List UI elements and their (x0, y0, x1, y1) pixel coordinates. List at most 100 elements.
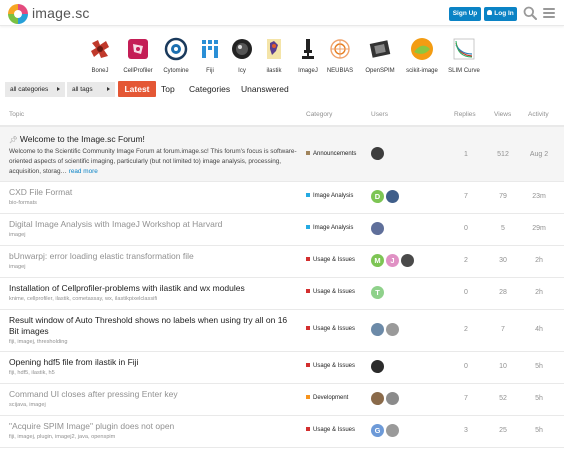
poster-avatars: G (371, 424, 401, 438)
avatar[interactable] (371, 360, 384, 373)
topic-title[interactable]: CXD File Format (9, 187, 72, 198)
partner-scikit-image[interactable]: scikit-image (400, 37, 444, 74)
table-row[interactable]: 📌︎ Welcome to the Image.sc Forum! Welcome… (0, 127, 564, 182)
topic-title[interactable]: "Acquire SPIM Image" plugin does not ope… (9, 421, 174, 432)
topic-tags[interactable]: bio-formats (9, 200, 37, 206)
header-category[interactable]: Category (306, 111, 332, 118)
topic-tags[interactable]: imagej (9, 232, 25, 238)
header-views[interactable]: Views (494, 111, 511, 118)
avatar[interactable]: G (371, 424, 384, 437)
topic-tags[interactable]: knime, cellprofiler, ilastik, cometassay… (9, 296, 157, 302)
reply-count: 1 (464, 151, 468, 158)
category-badge[interactable]: Usage & Issues (306, 257, 355, 263)
topic-title[interactable]: Digital Image Analysis with ImageJ Works… (9, 219, 222, 230)
table-row[interactable]: "Acquire SPIM Image" plugin does not ope… (0, 416, 564, 448)
topic-tags[interactable]: fiji, imagej, thresholding (9, 339, 67, 345)
category-badge[interactable]: Usage & Issues (306, 289, 355, 295)
category-badge[interactable]: Image Analysis (306, 225, 353, 231)
topic-title[interactable]: Result window of Auto Threshold shows no… (9, 315, 299, 337)
partner-label: scikit-image (406, 68, 438, 74)
categories-dropdown[interactable]: all categories (5, 82, 65, 97)
topic-tags[interactable]: imagej (9, 264, 25, 270)
topic-title[interactable]: Installation of Cellprofiler-problems wi… (9, 283, 245, 294)
avatar[interactable] (371, 222, 384, 235)
tab-latest[interactable]: Latest (118, 81, 156, 97)
topic-title[interactable]: Opening hdf5 file from ilastik in Fiji (9, 357, 138, 368)
topic-title[interactable]: Command UI closes after pressing Enter k… (9, 389, 178, 400)
topic-tags[interactable]: fiji, hdf5, ilastik, h5 (9, 370, 55, 376)
avatar[interactable] (386, 323, 399, 336)
reply-count: 2 (464, 257, 468, 264)
table-row[interactable]: Command UI closes after pressing Enter k… (0, 384, 564, 416)
header-replies[interactable]: Replies (454, 111, 476, 118)
reply-count: 0 (464, 225, 468, 232)
category-badge[interactable]: Usage & Issues (306, 363, 355, 369)
category-color-swatch (306, 326, 310, 330)
partner-openspim[interactable]: OpenSPIM (358, 37, 402, 74)
table-row[interactable]: Opening hdf5 file from ilastik in Fiji f… (0, 352, 564, 384)
reply-count: 0 (464, 363, 468, 370)
category-badge[interactable]: Usage & Issues (306, 427, 355, 433)
tab-top[interactable]: Top (161, 81, 175, 97)
activity-time[interactable]: 5h (524, 363, 554, 370)
activity-time[interactable]: 2h (524, 289, 554, 296)
caret-right-icon (107, 87, 110, 91)
avatar[interactable] (371, 147, 384, 160)
avatar[interactable] (401, 254, 414, 267)
avatar[interactable] (371, 323, 384, 336)
category-badge[interactable]: Announcements (306, 151, 356, 157)
activity-time[interactable]: 23m (524, 193, 554, 200)
table-row[interactable]: bUnwarpj: error loading elastic transfor… (0, 246, 564, 278)
topic-tags[interactable]: fiji, imagej, plugin, imagej2, java, ope… (9, 434, 115, 440)
topic-title[interactable]: 📌︎ Welcome to the Image.sc Forum! (9, 134, 145, 146)
sign-up-button[interactable]: Sign Up (449, 7, 481, 21)
bonej-logo-icon (91, 40, 109, 58)
hamburger-menu-icon[interactable] (543, 8, 555, 18)
partner-label: OpenSPIM (365, 68, 395, 74)
tab-categories[interactable]: Categories (189, 81, 230, 97)
avatar[interactable] (386, 190, 399, 203)
image-sc-logo[interactable] (7, 3, 29, 25)
category-badge[interactable]: Image Analysis (306, 193, 353, 199)
header-topic[interactable]: Topic (9, 111, 24, 118)
category-color-swatch (306, 225, 310, 229)
avatar[interactable] (386, 392, 399, 405)
category-badge[interactable]: Usage & Issues (306, 326, 355, 332)
reply-count: 3 (464, 427, 468, 434)
table-row[interactable]: CXD File Format bio-formats Image Analys… (0, 182, 564, 214)
activity-time[interactable]: 2h (524, 257, 554, 264)
read-more-link[interactable]: read more (69, 168, 98, 175)
table-row[interactable]: Installation of Cellprofiler-problems wi… (0, 278, 564, 310)
tags-dropdown[interactable]: all tags (67, 82, 115, 97)
table-row[interactable]: Digital Image Analysis with ImageJ Works… (0, 214, 564, 246)
header-activity[interactable]: Activity (528, 111, 549, 118)
avatar[interactable]: D (371, 190, 384, 203)
search-icon[interactable] (523, 6, 537, 20)
category-badge-label: Image Analysis (313, 193, 354, 199)
view-count: 25 (499, 427, 507, 434)
topic-title[interactable]: bUnwarpj: error loading elastic transfor… (9, 251, 194, 262)
activity-time[interactable]: 5h (524, 395, 554, 402)
log-in-label: Log In (494, 10, 514, 17)
poster-avatars (371, 222, 386, 236)
topic-tags[interactable]: scijava, imagej (9, 402, 46, 408)
avatar[interactable] (386, 424, 399, 437)
table-row[interactable]: Result window of Auto Threshold shows no… (0, 310, 564, 352)
caret-right-icon (57, 87, 60, 91)
tab-unanswered[interactable]: Unanswered (241, 81, 289, 97)
partner-neubias[interactable]: NEUBIAS (318, 37, 362, 74)
activity-time[interactable]: Aug 2 (524, 151, 554, 158)
avatar[interactable]: T (371, 286, 384, 299)
log-in-button[interactable]: Log In (484, 7, 517, 21)
avatar[interactable]: J (386, 254, 399, 267)
avatar[interactable]: M (371, 254, 384, 267)
activity-time[interactable]: 4h (524, 326, 554, 333)
topic-excerpt: Welcome to the Scientific Community Imag… (9, 147, 299, 177)
activity-time[interactable]: 29m (524, 225, 554, 232)
partner-slim-curve[interactable]: SLIM Curve (442, 37, 486, 74)
activity-time[interactable]: 5h (524, 427, 554, 434)
category-badge-label: Usage & Issues (313, 289, 356, 295)
site-name[interactable]: image.sc (32, 5, 90, 21)
avatar[interactable] (371, 392, 384, 405)
category-badge[interactable]: Development (306, 395, 348, 401)
